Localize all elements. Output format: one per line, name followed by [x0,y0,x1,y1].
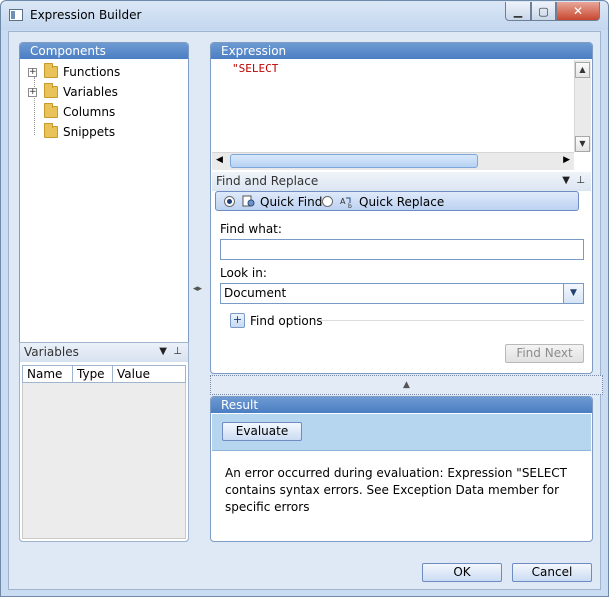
expression-header: Expression [211,43,592,59]
find-options-label[interactable]: Find options [250,314,323,328]
binoculars-icon [242,195,256,208]
expression-panel: Expression "SELECT ▲ ▼ ◀ ▶ Find and Repl… [210,42,593,374]
find-options-expand-button[interactable]: + [230,313,245,328]
close-icon: ✕ [572,4,584,18]
replace-icon: Ab [340,195,354,210]
look-in-select[interactable]: Document ▼ [220,283,584,304]
find-what-label: Find what: [220,222,282,236]
find-next-button[interactable]: Find Next [505,344,584,363]
scroll-down-button[interactable]: ▼ [575,136,590,152]
components-tree: + Functions + Variables Columns Snippets [20,59,188,143]
tree-item-snippets[interactable]: Snippets [20,123,188,143]
horizontal-splitter[interactable]: ▲ [210,375,603,395]
scroll-right-icon[interactable]: ▶ [563,155,570,165]
horizontal-scroll-thumb[interactable] [230,154,478,168]
chevron-down-icon: ▼ [570,288,577,298]
dropdown-icon[interactable]: ▼ [159,346,167,357]
result-panel: Result Evaluate An error occurred during… [210,396,593,542]
column-header-type[interactable]: Type [73,366,113,382]
title-bar[interactable]: Expression Builder ▁ ▢ ✕ [1,1,608,30]
look-in-dropdown-button[interactable]: ▼ [563,284,583,303]
find-replace-title: Find and Replace [216,174,319,188]
find-replace-pane: Find and Replace ▼ ⊥ Quick Find Ab Quick… [212,172,591,372]
quick-find-radio[interactable] [224,196,235,207]
dialog-client-area: Components + Functions + Variables Colum… [8,31,603,590]
pin-icon[interactable]: ⊥ [173,346,182,357]
tree-item-variables[interactable]: + Variables [20,83,188,103]
tree-item-label: Functions [63,65,121,79]
tree-item-functions[interactable]: + Functions [20,63,188,83]
expand-icon[interactable]: + [28,88,37,97]
quick-replace-label[interactable]: Quick Replace [359,195,444,209]
evaluate-button[interactable]: Evaluate [222,422,302,441]
variables-grid-header: Name Type Value [22,365,186,383]
expression-editor[interactable]: "SELECT ▲ ▼ ◀ ▶ [212,60,591,170]
scroll-up-button[interactable]: ▲ [575,62,590,78]
vertical-scrollbar[interactable]: ▲ ▼ [574,60,591,152]
find-options-divider [316,320,584,321]
variables-title: Variables [24,345,79,359]
maximize-icon: ▢ [538,4,549,18]
quick-replace-radio[interactable] [322,196,333,207]
expression-builder-window: Expression Builder ▁ ▢ ✕ Components + Fu… [0,0,609,597]
find-mode-bar: Quick Find Ab Quick Replace [215,191,579,211]
components-header: Components [20,43,188,59]
column-header-name[interactable]: Name [23,366,73,382]
pin-icon[interactable]: ⊥ [576,175,585,186]
pane-options[interactable]: ▼ ⊥ [159,343,182,361]
cancel-button[interactable]: Cancel [512,563,592,582]
close-button[interactable]: ✕ [556,2,600,21]
folder-icon [44,63,58,78]
tree-item-label: Variables [63,85,118,99]
horizontal-scrollbar[interactable]: ◀ ▶ [212,152,574,170]
variables-grid-body [22,383,186,539]
resize-horizontal-icon: ◂▸ [193,284,203,294]
find-what-input[interactable] [220,239,584,260]
folder-icon [44,103,58,118]
chevron-down-icon: ▼ [579,139,586,148]
ok-button[interactable]: OK [422,563,502,582]
svg-text:A: A [340,197,346,206]
folder-icon [44,83,58,98]
resize-vertical-icon: ▲ [403,380,410,390]
tree-item-columns[interactable]: Columns [20,103,188,123]
dropdown-icon[interactable]: ▼ [562,175,570,186]
scroll-left-icon[interactable]: ◀ [216,155,223,165]
look-in-label: Look in: [220,266,267,280]
tree-item-label: Snippets [63,125,116,139]
variables-panel: Variables ▼ ⊥ Name Type Value [19,342,189,542]
svg-text:b: b [348,203,352,208]
column-header-value[interactable]: Value [113,366,185,382]
pane-options[interactable]: ▼ ⊥ [562,172,585,190]
folder-icon [44,123,58,138]
variables-header: Variables ▼ ⊥ [20,343,188,362]
find-replace-header: Find and Replace ▼ ⊥ [212,172,591,191]
result-message: An error occurred during evaluation: Exp… [225,466,567,514]
look-in-value: Document [224,286,287,300]
quick-find-label[interactable]: Quick Find [260,195,322,209]
vertical-splitter[interactable]: ◂▸ [193,284,202,294]
result-header: Result [211,397,592,413]
expression-text[interactable]: "SELECT [232,62,278,75]
tree-item-label: Columns [63,105,116,119]
app-icon [9,9,23,21]
minimize-button[interactable]: ▁ [505,2,531,21]
expand-icon[interactable]: + [28,68,37,77]
minimize-icon: ▁ [513,4,523,18]
window-title: Expression Builder [30,8,142,22]
chevron-up-icon: ▲ [579,65,586,74]
result-toolbar: Evaluate [212,414,591,451]
plus-icon: + [232,313,243,326]
maximize-button[interactable]: ▢ [531,2,556,21]
